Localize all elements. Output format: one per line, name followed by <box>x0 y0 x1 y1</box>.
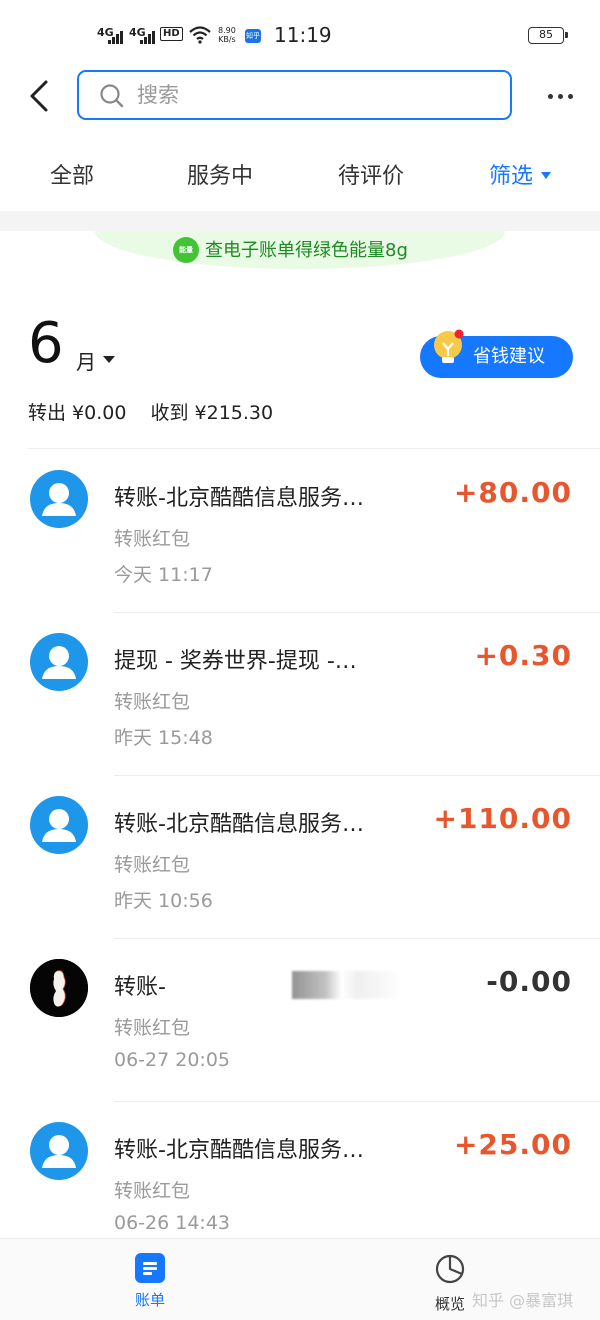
transaction-row[interactable]: 提现 - 奖券世界-提现 -… 转账红包 昨天 15:48 +0.30 <box>0 613 600 776</box>
transaction-row[interactable]: 转账- 转账红包 06-27 20:05 -0.00 <box>0 939 600 1102</box>
avatar <box>30 1122 88 1180</box>
filter-tabs: 全部 服务中 待评价 筛选 <box>0 150 600 200</box>
transaction-type: 转账红包 <box>114 528 191 550</box>
transaction-amount: +110.00 <box>433 802 572 835</box>
watermark: 知乎 @暴富琪 <box>472 1291 574 1310</box>
dot-icon <box>547 93 553 99</box>
clock: 11:19 <box>274 23 332 47</box>
status-bar: 4G 4G HD 8.90 KB/s 知乎 11:19 85 <box>0 0 600 70</box>
search-box[interactable] <box>77 70 512 120</box>
bottom-nav: 账单 概览 知乎 @暴富琪 <box>0 1238 600 1320</box>
avatar <box>30 470 88 528</box>
avatar <box>30 633 88 691</box>
network-speed: 8.90 KB/s <box>218 26 236 44</box>
hd-badge: HD <box>160 27 183 41</box>
transaction-type: 转账红包 <box>114 691 191 713</box>
energy-icon: 能量 <box>173 237 199 263</box>
transaction-amount: +80.00 <box>453 476 572 509</box>
section-divider <box>0 211 600 231</box>
tab-filter-label: 筛选 <box>489 164 534 189</box>
nav-bill-label: 账单 <box>134 1291 165 1309</box>
more-options-button[interactable] <box>542 86 578 106</box>
tab-in-service[interactable]: 服务中 <box>187 158 253 190</box>
transaction-title: 转账-北京酷酷信息服务… <box>114 486 364 511</box>
nav-bill[interactable]: 账单 <box>130 1253 170 1310</box>
transaction-title: 转账-北京酷酷信息服务… <box>114 1138 364 1163</box>
transaction-type: 转账红包 <box>114 1017 191 1039</box>
caret-down-icon[interactable] <box>103 356 115 363</box>
search-header <box>0 68 600 124</box>
signal-bars-2-icon <box>140 30 155 44</box>
transaction-amount: +0.30 <box>474 639 572 672</box>
divider <box>28 448 600 449</box>
battery-icon: 85 <box>528 27 568 44</box>
chevron-left-icon <box>30 80 48 112</box>
photo-avatar-icon <box>30 959 88 1017</box>
nav-overview-label: 概览 <box>434 1295 465 1313</box>
speed-value: 8.90 <box>218 26 236 35</box>
save-money-tips-button[interactable]: 省钱建议 <box>420 329 573 378</box>
transaction-time: 06-26 14:43 <box>114 1212 231 1234</box>
promo-text: 查电子账单得绿色能量8g <box>205 240 408 261</box>
signal-bars-1-icon <box>108 30 123 44</box>
transaction-type: 转账红包 <box>114 1180 191 1202</box>
zhihu-notification-icon: 知乎 <box>245 29 261 43</box>
redacted-blur <box>292 971 402 999</box>
transaction-type: 转账红包 <box>114 854 191 876</box>
dot-icon <box>557 93 563 99</box>
tab-to-review[interactable]: 待评价 <box>338 158 404 190</box>
total-in: 收到 ¥215.30 <box>150 402 274 424</box>
default-user-icon <box>42 483 76 516</box>
nav-overview[interactable]: 概览 <box>430 1253 470 1314</box>
default-user-icon <box>42 646 76 679</box>
back-button[interactable] <box>22 76 58 116</box>
tab-all[interactable]: 全部 <box>50 158 94 190</box>
avatar <box>30 796 88 854</box>
tab-filter[interactable]: 筛选 <box>489 158 552 190</box>
save-money-tips-label: 省钱建议 <box>473 346 545 367</box>
transaction-title: 提现 - 奖券世界-提现 -… <box>114 649 357 674</box>
avatar <box>30 959 88 1017</box>
default-user-icon <box>42 1135 76 1168</box>
caret-down-icon <box>541 171 552 179</box>
transaction-time: 昨天 15:48 <box>114 727 213 749</box>
search-icon <box>100 84 124 108</box>
transaction-title: 转账- <box>114 969 414 1001</box>
default-user-icon <box>42 809 76 842</box>
month-number[interactable]: 6 <box>28 312 64 376</box>
green-energy-banner[interactable]: 能量 查电子账单得绿色能量8g <box>95 231 505 269</box>
transaction-time: 昨天 10:56 <box>114 890 213 912</box>
dot-icon <box>567 93 573 99</box>
lightbulb-icon <box>434 329 464 363</box>
search-input[interactable] <box>137 80 477 110</box>
speed-unit: KB/s <box>218 35 236 44</box>
month-unit[interactable]: 月 <box>76 346 96 375</box>
wifi-icon <box>189 26 211 44</box>
transaction-title-text: 转账- <box>114 975 166 1000</box>
transaction-time: 今天 11:17 <box>114 564 213 586</box>
transaction-row[interactable]: 转账-北京酷酷信息服务… 转账红包 今天 11:17 +80.00 <box>0 450 600 613</box>
transaction-row[interactable]: 转账-北京酷酷信息服务… 转账红包 昨天 10:56 +110.00 <box>0 776 600 939</box>
pie-chart-icon <box>435 1254 465 1284</box>
month-totals: 转出 ¥0.00 收到 ¥215.30 <box>28 398 291 425</box>
bill-icon <box>135 1253 165 1283</box>
transaction-time: 06-27 20:05 <box>114 1049 231 1071</box>
month-summary: 6 月 省钱建议 转出 ¥0.00 收到 ¥215.30 <box>0 300 600 450</box>
transaction-title: 转账-北京酷酷信息服务… <box>114 812 364 837</box>
transaction-amount: +25.00 <box>453 1128 572 1161</box>
total-out: 转出 ¥0.00 <box>28 402 127 424</box>
transaction-amount: -0.00 <box>486 965 572 998</box>
